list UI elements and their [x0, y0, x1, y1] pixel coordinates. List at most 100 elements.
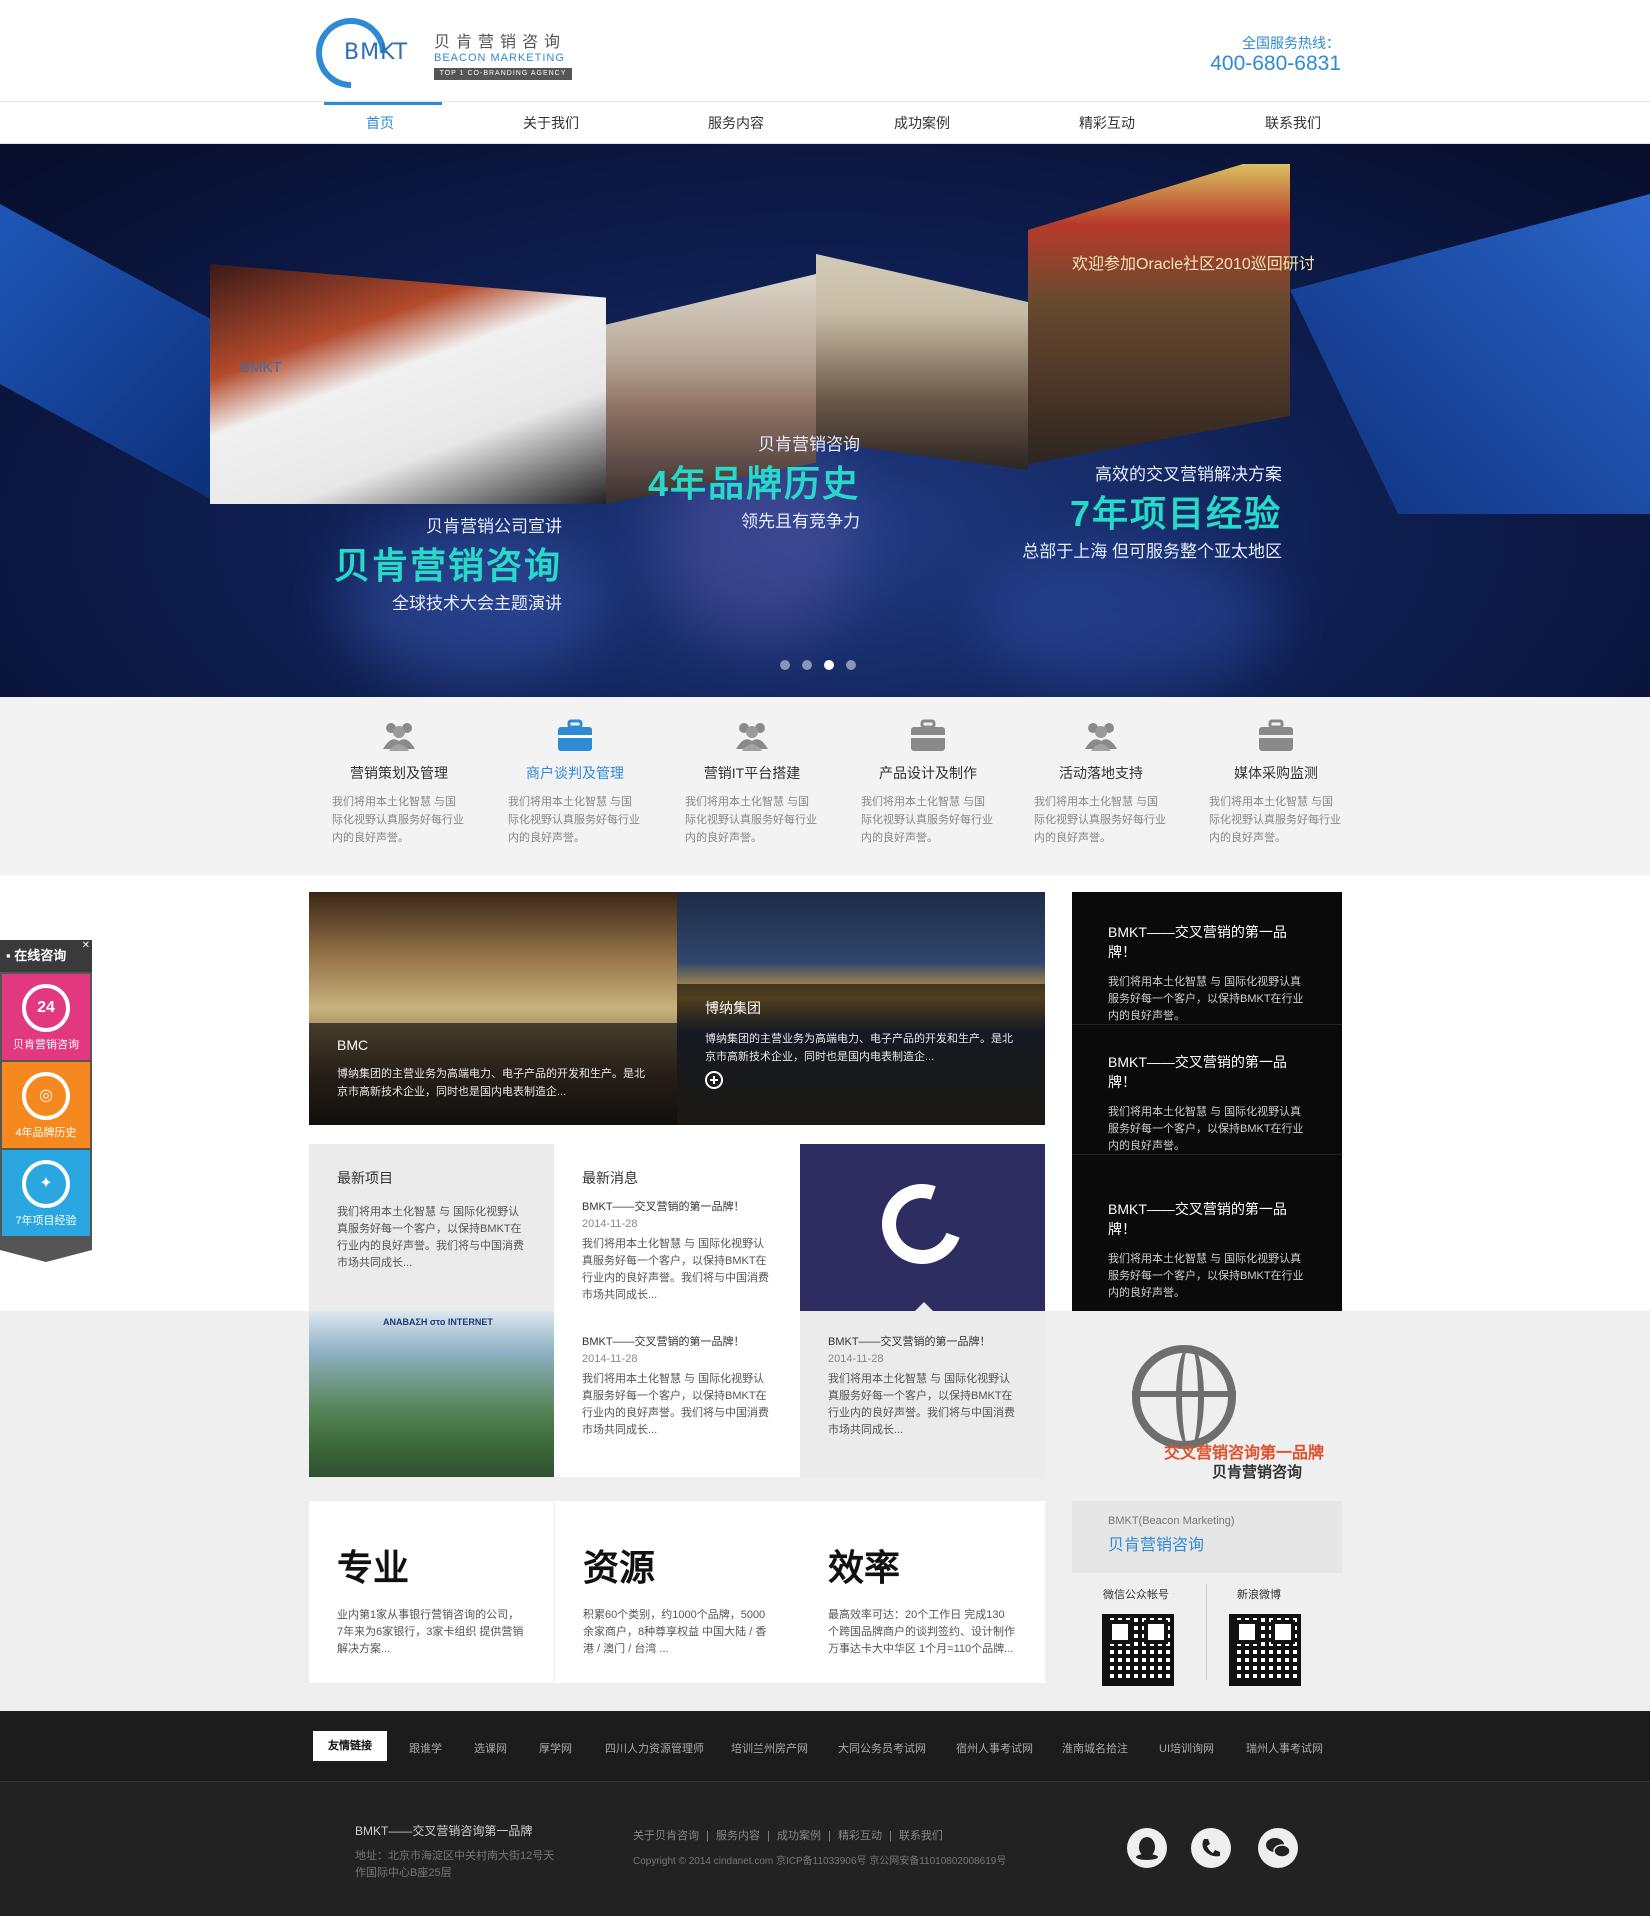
caption-big: 4年品牌历史: [647, 463, 860, 504]
highlight-divider: [1072, 1024, 1342, 1025]
site-header: BMKT 贝肯营销咨询 BEACON MARKETING TOP 1 CO-BR…: [0, 0, 1650, 103]
banner-photo-sign: 欢迎参加Oracle社区2010巡回研讨: [1072, 256, 1315, 273]
news-headline[interactable]: BMKT——交叉营销的第一品牌！: [582, 1198, 772, 1214]
banner-right-panel: [1290, 194, 1650, 514]
service-item-event-support[interactable]: 活动落地支持 我们将用本土化智慧 与国际化视野认真服务好每行业内的良好声誉。: [1026, 719, 1176, 847]
site-footer: BMKT——交叉营销咨询第一品牌 地址：北京市海淀区中关村南大街12号天作国际中…: [0, 1781, 1650, 1916]
close-icon[interactable]: ✕: [82, 940, 90, 951]
friendly-link[interactable]: 四川人力资源管理师: [605, 1740, 704, 1756]
highlight-title: BMKT——交叉营销的第一品牌！: [1108, 924, 1287, 960]
friendly-link[interactable]: 淮南城名拾注: [1062, 1740, 1128, 1756]
float-item-brand-history[interactable]: ◎ 4年品牌历史: [2, 1062, 90, 1148]
caption-big: 贝肯营销咨询: [333, 545, 562, 586]
highlight-item[interactable]: BMKT——交叉营销的第一品牌！ 我们将用本土化智慧 与 国际化视野认真服务好每…: [1072, 1052, 1342, 1155]
friendly-link[interactable]: 跟谁学: [409, 1740, 442, 1756]
service-item-marketing-planning[interactable]: 营销策划及管理 我们将用本土化智慧 与国际化视野认真服务好每行业内的良好声誉。: [324, 719, 474, 847]
news-headline[interactable]: BMKT——交叉营销的第一品牌！: [828, 1333, 1017, 1349]
nav-item-home[interactable]: 首页: [320, 102, 440, 144]
news-cell[interactable]: BMKT——交叉营销的第一品牌！ 2014-11-28 我们将用本土化智慧 与 …: [554, 1311, 800, 1477]
weibo-qr-code: [1229, 1614, 1301, 1686]
clock-24-icon: 24: [22, 984, 70, 1032]
phone-icon[interactable]: [1191, 1828, 1231, 1868]
tile-name: BMC: [337, 1037, 369, 1053]
service-item-merchant-negotiation[interactable]: 商户谈判及管理 我们将用本土化智慧 与国际化视野认真服务好每行业内的良好声誉。: [500, 719, 650, 847]
nav-item-interaction[interactable]: 精彩互动: [1047, 102, 1167, 144]
banner-caption-1: 贝肯营销公司宣讲 贝肯营销咨询 全球技术大会主题演讲: [300, 512, 562, 614]
float-item-project-experience[interactable]: ✦ 7年项目经验: [2, 1150, 90, 1236]
banner-photo-conference: [210, 264, 606, 504]
globe-tagline: 交叉营销咨询第一品牌: [1164, 1445, 1325, 1462]
friendly-link[interactable]: 大同公务员考试网: [838, 1740, 926, 1756]
tile-name: 博纳集团: [705, 1000, 761, 1016]
hotline-number[interactable]: 400-680-6831: [1210, 52, 1341, 76]
footer-link-services[interactable]: 服务内容: [716, 1830, 760, 1842]
footer-title: BMKT——交叉营销咨询第一品牌: [355, 1824, 533, 1838]
caption-small: 贝肯营销咨询: [758, 435, 860, 454]
stat-desc: 业内第1家从事银行营销咨询的公司，7年来为6家银行，3家卡组织 提供营销解决方案…: [337, 1609, 524, 1655]
nav-item-contact[interactable]: 联系我们: [1233, 102, 1353, 144]
briefcase-icon: [1256, 719, 1296, 753]
friendly-link[interactable]: 培训兰州房产网: [731, 1740, 808, 1756]
online-consult-header: ▪ 在线咨询: [0, 940, 92, 972]
highlight-desc: 我们将用本土化智慧 与 国际化视野认真服务好每一个客户，以保持BMKT在行业内的…: [1108, 1106, 1304, 1152]
latest-news-cell[interactable]: 最新消息 BMKT——交叉营销的第一品牌！ 2014-11-28 我们将用本土化…: [554, 1144, 800, 1311]
friendly-link[interactable]: 厚学网: [539, 1740, 572, 1756]
partner-logo-tile[interactable]: [800, 1144, 1045, 1312]
float-item-consult[interactable]: 24 贝肯营销咨询: [2, 974, 90, 1060]
service-title: 营销IT平台搭建: [703, 765, 801, 781]
footer-link-cases[interactable]: 成功案例: [777, 1830, 821, 1842]
stat-efficiency: 效率 最高效率可达：20个工作日 完成130个跨国品牌商户的谈判签约、设计制作 …: [800, 1501, 1045, 1683]
nav-item-services[interactable]: 服务内容: [676, 102, 796, 144]
service-title: 产品设计及制作: [879, 765, 977, 781]
service-title: 活动落地支持: [1059, 765, 1143, 781]
caption-big: 7年项目经验: [1069, 493, 1282, 534]
stat-word: 资源: [583, 1547, 656, 1588]
friendly-link[interactable]: 选课网: [474, 1740, 507, 1756]
plus-circle-icon[interactable]: [705, 1071, 723, 1089]
site-logo[interactable]: BMKT 贝肯营销咨询 BEACON MARKETING TOP 1 CO-BR…: [301, 3, 576, 103]
footer-link-about[interactable]: 关于贝肯咨询: [633, 1830, 699, 1842]
float-item-label: 贝肯营销咨询: [13, 1039, 79, 1051]
service-desc: 我们将用本土化智慧 与国际化视野认真服务好每行业内的良好声誉。: [1209, 796, 1341, 844]
service-item-product-design[interactable]: 产品设计及制作 我们将用本土化智慧 与国际化视野认真服务好每行业内的良好声誉。: [853, 719, 1003, 847]
slider-dot-active[interactable]: [824, 660, 834, 670]
qq-icon[interactable]: [1127, 1828, 1167, 1868]
banner-screen-logo: BMKT: [240, 359, 282, 376]
footer-copyright: Copyright © 2014 cindanet.com 京ICP备11033…: [633, 1856, 1007, 1867]
nav-item-cases[interactable]: 成功案例: [862, 102, 982, 144]
footer-address: 地址：北京市海淀区中关村南大街12号天作国际中心B座25层: [355, 1850, 555, 1879]
news-cell[interactable]: BMKT——交叉营销的第一品牌！ 2014-11-28 我们将用本土化智慧 与 …: [800, 1311, 1045, 1477]
globe-brand: 贝肯营销咨询: [1212, 1464, 1303, 1481]
news-date: 2014-11-28: [582, 1218, 638, 1230]
news-desc: 我们将用本土化智慧 与 国际化视野认真服务好每一个客户，以保持BMKT在行业内的…: [582, 1373, 769, 1436]
hero-banner[interactable]: BMKT 欢迎参加Oracle社区2010巡回研讨 贝肯营销公司宣讲 贝肯营销咨…: [0, 144, 1650, 697]
slider-dot[interactable]: [780, 660, 790, 670]
highlight-item[interactable]: BMKT——交叉营销的第一品牌！ 我们将用本土化智慧 与 国际化视野认真服务好每…: [1072, 1199, 1342, 1302]
slider-dot[interactable]: [846, 660, 856, 670]
float-tail: [0, 1250, 92, 1262]
globe-icon: ◎: [22, 1072, 70, 1120]
nav-item-about[interactable]: 关于我们: [491, 102, 611, 144]
friendly-link[interactable]: UI培训询网: [1159, 1740, 1214, 1756]
news-desc: 我们将用本土化智慧 与 国际化视野认真服务好每一个客户，以保持BMKT在行业内的…: [582, 1238, 769, 1301]
service-item-media-buying[interactable]: 媒体采购监测 我们将用本土化智慧 与国际化视野认真服务好每行业内的良好声誉。: [1201, 719, 1351, 847]
friendly-link[interactable]: 宿州人事考试网: [956, 1740, 1033, 1756]
tile-caption: 博纳集团 博纳集团的主营业务为高端电力、电子产品的开发和生产。是北京市高新技术企…: [677, 984, 1045, 1125]
feature-tile-bona[interactable]: 博纳集团 博纳集团的主营业务为高端电力、电子产品的开发和生产。是北京市高新技术企…: [677, 892, 1045, 1125]
map-image-tile[interactable]: ANABAΣH στο INTERNET: [309, 1311, 554, 1477]
hotline-label: 全国服务热线：: [1242, 35, 1340, 51]
service-item-it-platform[interactable]: 营销IT平台搭建 我们将用本土化智慧 与国际化视野认真服务好每行业内的良好声誉。: [677, 719, 827, 847]
news-headline[interactable]: BMKT——交叉营销的第一品牌！: [582, 1333, 772, 1349]
highlight-item[interactable]: BMKT——交叉营销的第一品牌！ 我们将用本土化智慧 与 国际化视野认真服务好每…: [1072, 922, 1342, 1025]
latest-projects-cell[interactable]: 最新项目 我们将用本土化智慧 与 国际化视野认真服务好每一个客户，以保持BMKT…: [309, 1144, 554, 1311]
footer-link-contact[interactable]: 联系我们: [899, 1830, 943, 1842]
friendly-link[interactable]: 瑞州人事考试网: [1246, 1740, 1323, 1756]
banner-glow: [980, 544, 1280, 694]
brand-cn: 贝肯营销咨询: [1108, 1537, 1205, 1554]
slider-dot[interactable]: [802, 660, 812, 670]
footer-link-interaction[interactable]: 精彩互动: [838, 1830, 882, 1842]
latest-projects-desc: 我们将用本土化智慧 与 国际化视野认真服务好每一个客户，以保持BMKT在行业内的…: [337, 1206, 524, 1269]
stat-professional: 专业 业内第1家从事银行营销咨询的公司，7年来为6家银行，3家卡组织 提供营销解…: [309, 1501, 554, 1683]
wechat-icon[interactable]: [1258, 1828, 1298, 1868]
feature-tile-bmc[interactable]: BMC 博纳集团的主营业务为高端电力、电子产品的开发和生产。是北京市高新技术企业…: [309, 892, 677, 1125]
